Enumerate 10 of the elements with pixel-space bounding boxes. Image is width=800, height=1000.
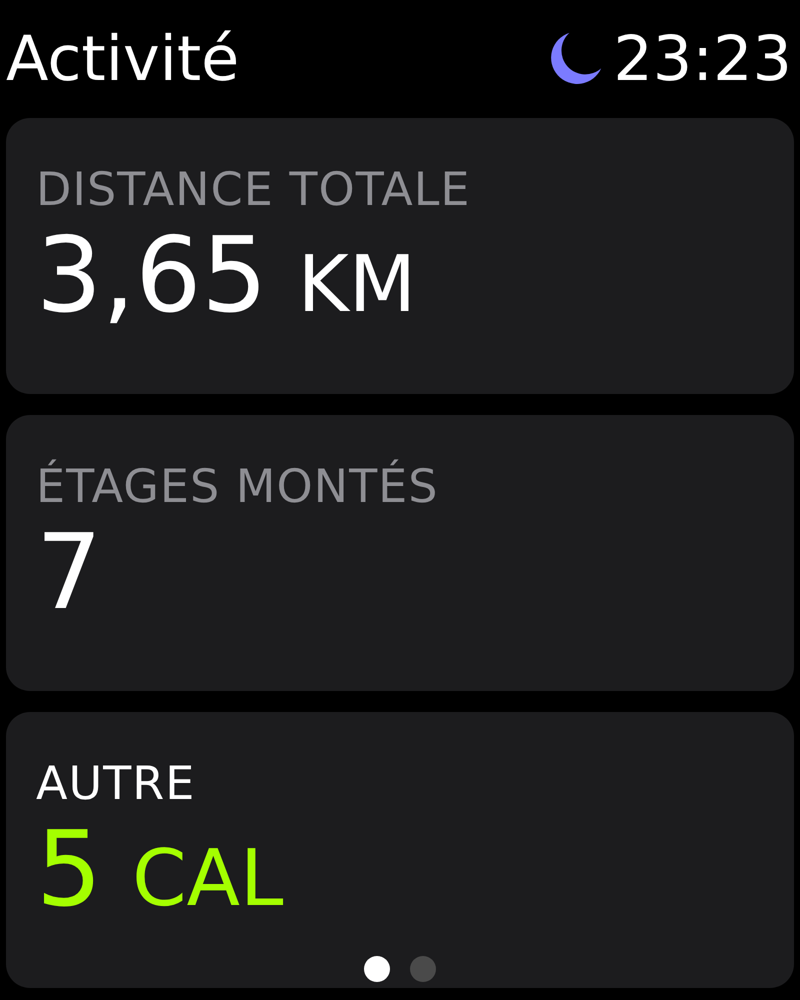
clock-time: 23:23	[613, 28, 792, 90]
metric-label: ÉTAGES MONTÉS	[36, 461, 440, 512]
metric-unit: KM	[298, 246, 416, 324]
metric-value: 7	[36, 520, 102, 624]
metric-unit: CAL	[132, 840, 284, 918]
metric-value: 3,65	[36, 222, 268, 327]
app-title: Activité	[6, 28, 240, 90]
metric-label: DISTANCE TOTALE	[36, 164, 472, 215]
metric-value: 5	[36, 816, 102, 921]
metric-label: AUTRE	[36, 758, 196, 809]
